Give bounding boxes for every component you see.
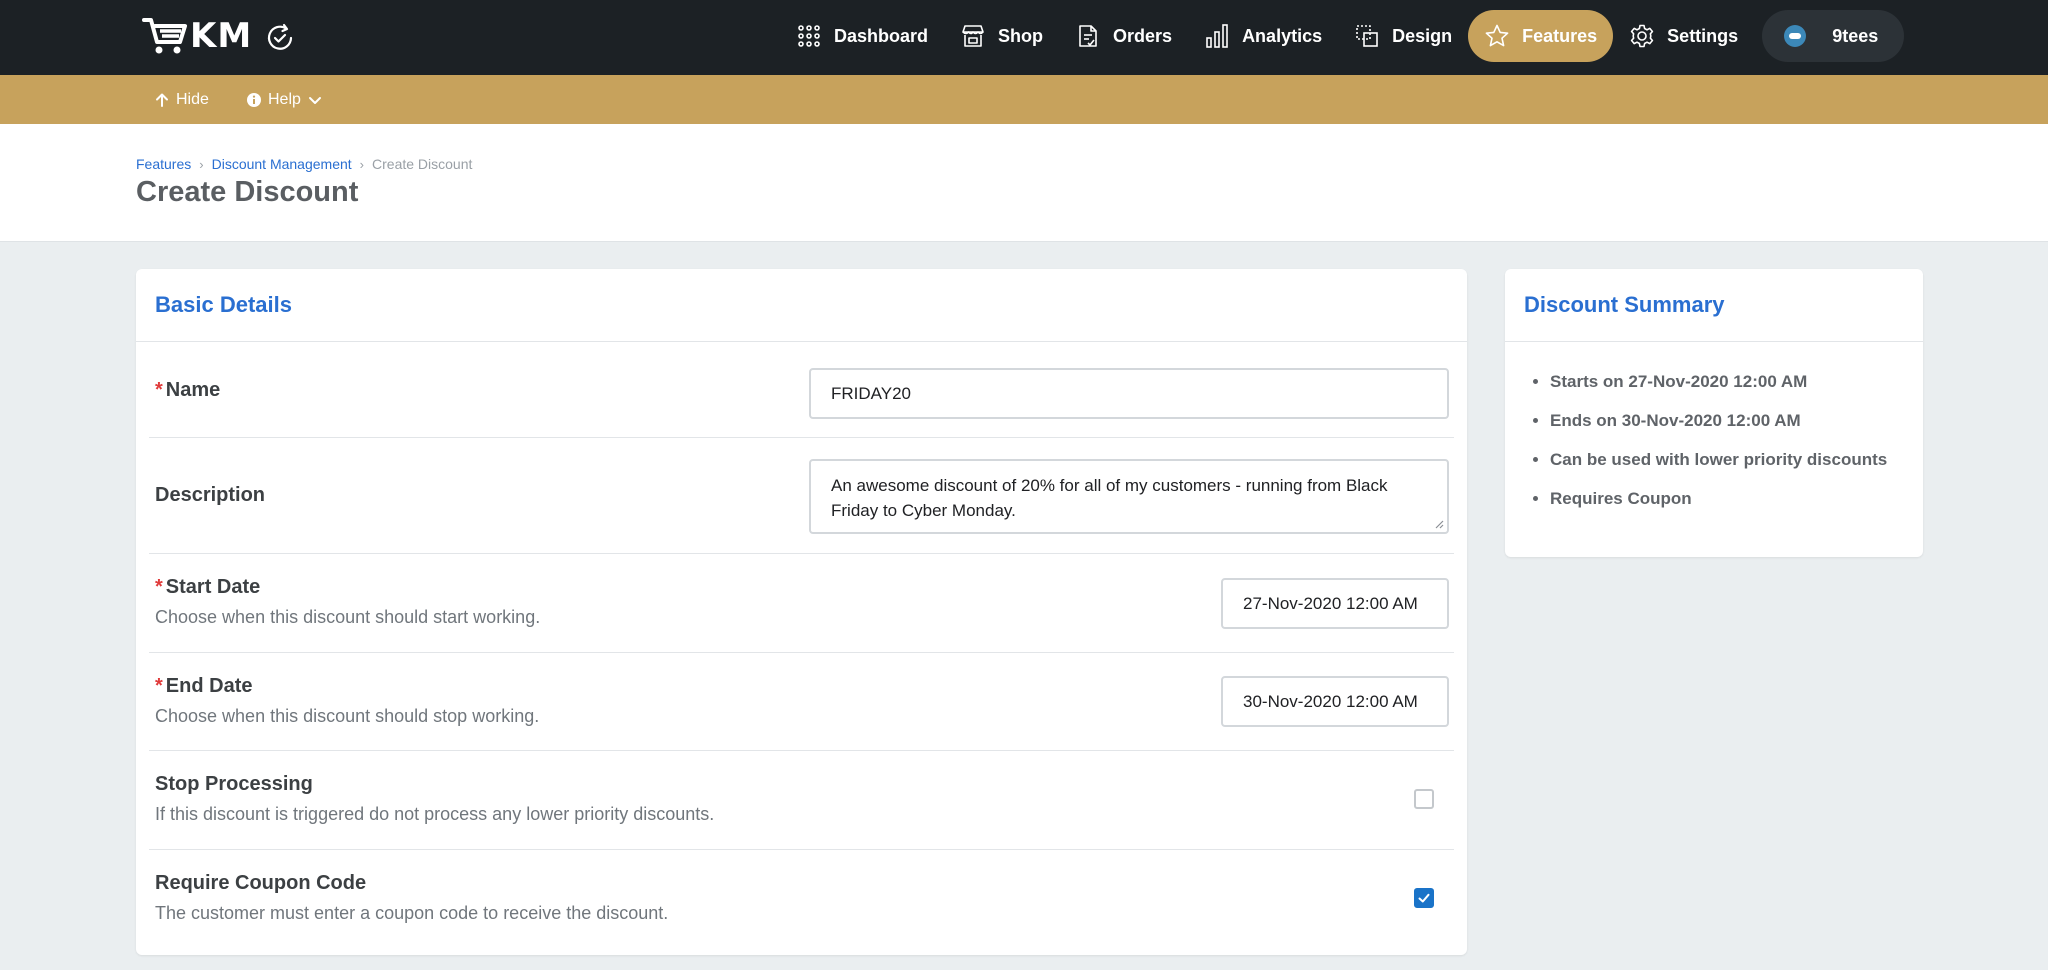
- description-text: An awesome discount of 20% for all of my…: [831, 476, 1388, 520]
- user-name: 9tees: [1832, 25, 1879, 46]
- document-icon: [1079, 25, 1097, 47]
- nav-item-shop[interactable]: Shop: [944, 10, 1059, 62]
- nav-label-design: Design: [1392, 25, 1453, 46]
- basic-details-header: Basic Details: [136, 269, 1467, 342]
- nav-label-dashboard: Dashboard: [834, 25, 929, 46]
- start-date-help: Choose when this discount should start w…: [155, 607, 541, 627]
- discount-summary-title: Discount Summary: [1524, 292, 1725, 317]
- grid-dots-icon: [798, 25, 820, 47]
- require-coupon-label: Require Coupon Code: [155, 872, 367, 894]
- nav-item-dashboard[interactable]: Dashboard: [780, 10, 944, 62]
- end-date-help: Choose when this discount should stop wo…: [155, 706, 540, 726]
- discount-summary-card: Discount Summary Starts on 27-Nov-2020 1…: [1505, 269, 1923, 557]
- top-navigation-bar: KM Dashboard Shop Orders Analytics Desig…: [0, 0, 2048, 75]
- breadcrumb-separator-icon: ›: [199, 156, 204, 172]
- hide-label: Hide: [176, 90, 209, 108]
- checkmark-icon: [1418, 893, 1430, 903]
- summary-list: Starts on 27-Nov-2020 12:00 AM Ends on 3…: [1505, 370, 1923, 526]
- name-label: * Name: [155, 379, 221, 401]
- summary-item-start: Starts on 27-Nov-2020 12:00 AM: [1550, 370, 1923, 409]
- ekm-logo[interactable]: KM: [142, 16, 252, 56]
- stop-processing-label: Stop Processing: [155, 773, 313, 795]
- gear-icon: [1630, 24, 1654, 48]
- nav-item-analytics[interactable]: Analytics: [1188, 10, 1338, 62]
- nav-item-features[interactable]: Features: [1468, 10, 1614, 62]
- required-asterisk: *: [155, 379, 163, 401]
- stop-processing-row: Stop Processing If this discount is trig…: [149, 751, 1454, 850]
- required-asterisk: *: [155, 675, 163, 697]
- start-date-label: * Start Date: [155, 576, 261, 598]
- nav-item-orders[interactable]: Orders: [1059, 10, 1188, 62]
- required-asterisk: *: [155, 576, 163, 598]
- avatar: [1784, 25, 1807, 47]
- nav-item-settings[interactable]: Settings: [1613, 10, 1754, 62]
- end-date-input[interactable]: [1221, 676, 1449, 727]
- nav-label-shop: Shop: [998, 25, 1044, 46]
- summary-item-priority: Can be used with lower priority discount…: [1550, 448, 1923, 487]
- breadcrumb-current: Create Discount: [372, 156, 473, 172]
- page-header: Features › Discount Management › Create …: [0, 124, 2048, 242]
- description-row: Description An awesome discount of 20% f…: [149, 438, 1454, 554]
- basic-details-card: Basic Details *Name Description An aweso…: [136, 269, 1467, 955]
- user-menu-button[interactable]: 9tees: [1762, 10, 1905, 62]
- breadcrumb-separator-icon: ›: [359, 156, 365, 172]
- require-coupon-checkbox[interactable]: [1414, 888, 1434, 908]
- description-textarea[interactable]: An awesome discount of 20% for all of my…: [809, 459, 1449, 534]
- sub-toolbar: Hide Help: [0, 75, 2048, 124]
- start-date-row: * Start Date Choose when this discount sh…: [149, 554, 1454, 653]
- help-label: Help: [268, 90, 301, 108]
- info-icon: [247, 92, 261, 107]
- basic-details-title: Basic Details: [155, 292, 292, 317]
- storefront-icon: [962, 25, 984, 47]
- chevron-down-icon: [308, 96, 321, 104]
- bar-chart-icon: [1206, 24, 1228, 48]
- star-icon: [1485, 24, 1509, 47]
- nav-label-features: Features: [1522, 25, 1598, 46]
- nav-label-settings: Settings: [1667, 25, 1739, 46]
- resize-grip-icon[interactable]: [1434, 519, 1444, 529]
- cart-logo-icon: [142, 18, 187, 54]
- summary-item-end: Ends on 30-Nov-2020 12:00 AM: [1550, 409, 1923, 448]
- logo-text: KM: [190, 16, 253, 56]
- nav-label-orders: Orders: [1113, 25, 1173, 46]
- design-frame-icon: [1356, 25, 1378, 47]
- page-title: Create Discount: [136, 176, 359, 208]
- breadcrumb-link-discount-management[interactable]: Discount Management: [212, 156, 352, 172]
- nav-label-analytics: Analytics: [1242, 25, 1323, 46]
- end-date-label: * End Date: [155, 675, 253, 697]
- nav-item-design[interactable]: Design: [1338, 10, 1468, 62]
- breadcrumb: Features › Discount Management › Create …: [136, 156, 472, 172]
- breadcrumb-link-features[interactable]: Features: [136, 156, 191, 172]
- end-date-row: * End Date Choose when this discount shou…: [149, 653, 1454, 751]
- start-date-input[interactable]: [1221, 578, 1449, 629]
- hide-button[interactable]: Hide: [154, 75, 209, 124]
- stop-processing-checkbox[interactable]: [1414, 789, 1434, 809]
- sync-icon[interactable]: [264, 22, 296, 54]
- name-row: * Name: [149, 342, 1454, 438]
- require-coupon-row: Require Coupon Code The customer must en…: [149, 850, 1454, 948]
- help-dropdown[interactable]: Help: [246, 75, 323, 124]
- arrow-up-icon: [156, 93, 168, 107]
- name-input[interactable]: [809, 368, 1449, 419]
- description-label: Description: [155, 484, 266, 506]
- discount-summary-header: Discount Summary: [1505, 269, 1923, 342]
- summary-item-coupon: Requires Coupon: [1550, 487, 1923, 526]
- stop-processing-help: If this discount is triggered do not pro…: [155, 804, 715, 824]
- require-coupon-help: The customer must enter a coupon code to…: [155, 903, 669, 923]
